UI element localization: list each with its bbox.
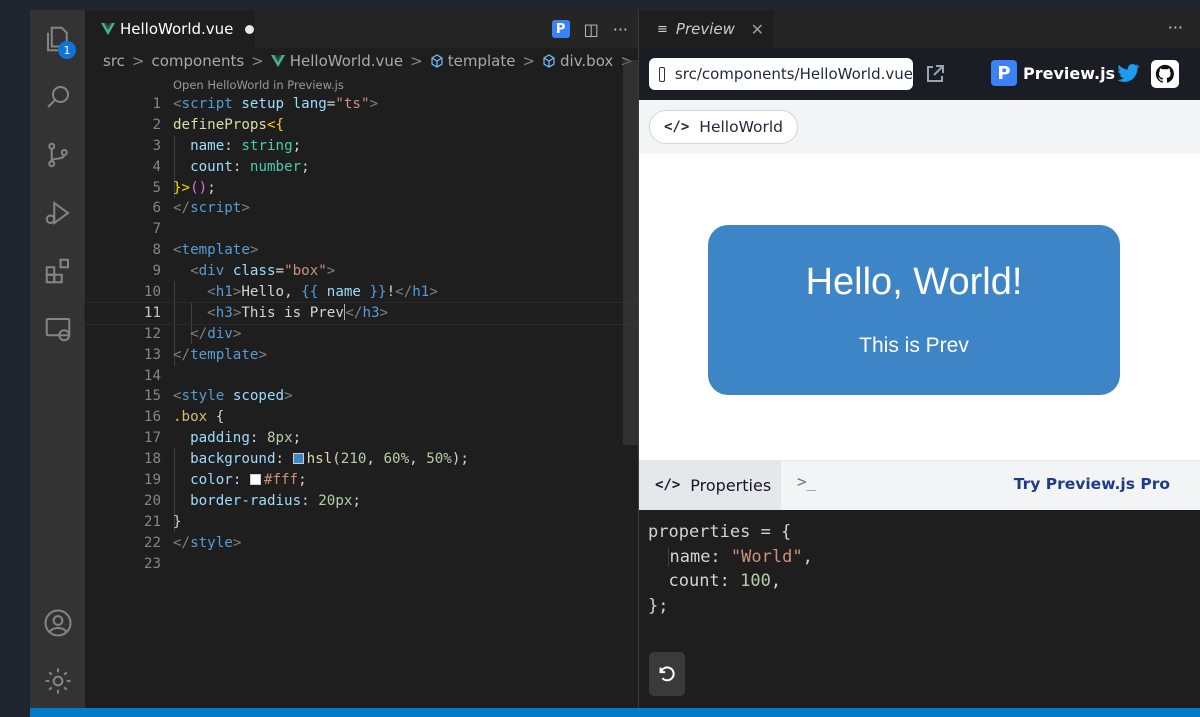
- breadcrumb-item[interactable]: template: [448, 52, 516, 70]
- preview-tab-icon: ≡: [657, 21, 668, 37]
- remote-explorer-icon[interactable]: [30, 304, 85, 354]
- symbol-cube-icon: [543, 54, 555, 68]
- rendered-subheading: This is Prev: [859, 334, 969, 357]
- tab-properties[interactable]: </> Properties: [639, 460, 781, 510]
- code-line-current: 11 <h3>This is Prev </h3>: [84, 301, 639, 325]
- tab-label: HelloWorld.vue: [120, 20, 234, 38]
- vue-file-icon: [101, 23, 115, 35]
- editor-tab-bar: HelloWorld.vue P ◫ ···: [85, 10, 638, 48]
- scrollbar-thumb[interactable]: [623, 60, 638, 445]
- code-line: 21}: [143, 513, 182, 530]
- properties-line: };: [648, 595, 669, 616]
- previewjs-logo-icon: P: [991, 60, 1017, 86]
- code-icon: </>: [664, 119, 690, 135]
- tab-preview[interactable]: ≡ Preview ✕: [639, 10, 774, 48]
- symbol-cube-icon: [431, 54, 443, 68]
- terminal-icon[interactable]: >_: [797, 472, 816, 491]
- app-frame: 1 HelloWorld.vue P ◫ ··· src > component…: [0, 0, 1200, 717]
- code-line: 16 .box {: [143, 409, 225, 426]
- brand-name: Preview.js: [1023, 63, 1116, 83]
- reset-properties-button[interactable]: [649, 652, 685, 696]
- run-debug-icon[interactable]: [30, 188, 85, 238]
- rendered-box: Hello, World! This is Prev: [708, 225, 1120, 395]
- more-actions-icon[interactable]: ···: [1168, 18, 1183, 37]
- code-line: 9 <div class="box">: [152, 263, 336, 280]
- codelens-open-preview[interactable]: Open HelloWorld in Preview.js: [173, 78, 344, 92]
- component-selector[interactable]: </> HelloWorld: [649, 110, 799, 144]
- code-line: 20 border-radius: 20px;: [143, 492, 361, 509]
- external-link-icon[interactable]: [924, 63, 946, 85]
- properties-line: properties = {: [648, 522, 792, 542]
- code-icon: </>: [655, 477, 681, 493]
- code-line: 6 </script>: [152, 200, 250, 217]
- editor-actions: P ◫ ···: [551, 10, 628, 48]
- code-line: 13 </template>: [143, 346, 267, 363]
- code-line: 14: [143, 367, 161, 384]
- status-bar: [30, 708, 1200, 717]
- editor-scrollbar[interactable]: [623, 10, 638, 717]
- properties-editor[interactable]: properties = { name: "World", count: 100…: [639, 510, 1200, 717]
- breadcrumb-item[interactable]: div.box: [560, 52, 613, 70]
- breadcrumb-item[interactable]: HelloWorld.vue: [290, 52, 403, 70]
- source-control-icon[interactable]: [30, 130, 85, 180]
- preview-panel: ≡ Preview ✕ ··· src/components/HelloWorl…: [638, 10, 1200, 717]
- breadcrumb: src > components > HelloWorld.vue > templat…: [103, 50, 677, 72]
- reset-icon: [659, 666, 675, 682]
- code-line: 23: [143, 555, 161, 572]
- code-line: 12 </div>: [143, 325, 242, 342]
- code-line: 4 count: number;: [152, 158, 310, 175]
- code-line: 5}>();: [152, 179, 216, 196]
- unsaved-dot-icon[interactable]: [245, 24, 255, 34]
- activity-bar: 1: [30, 10, 85, 717]
- code-line: 1 <script setup lang="ts">: [152, 96, 379, 112]
- breadcrumb-item[interactable]: components: [151, 52, 244, 70]
- settings-gear-icon[interactable]: [30, 656, 85, 706]
- extensions-icon[interactable]: [30, 246, 85, 296]
- editor-group: HelloWorld.vue P ◫ ··· src > components > …: [84, 10, 677, 717]
- preview-tab-bar: ≡ Preview ✕ ···: [639, 10, 1200, 48]
- split-editor-icon[interactable]: ◫: [584, 20, 599, 39]
- file-path-text: src/components/HelloWorld.vue: [674, 65, 913, 83]
- vue-file-icon: [270, 55, 285, 67]
- breadcrumb-item[interactable]: src: [103, 52, 125, 70]
- twitter-icon[interactable]: [1115, 60, 1141, 86]
- tab-label: Properties: [690, 475, 772, 495]
- code-line: 17 padding: 8px;: [143, 430, 302, 447]
- code-line: 19 color: #fff;: [143, 472, 307, 489]
- rendered-heading: Hello, World!: [805, 261, 1023, 303]
- account-icon[interactable]: [30, 598, 85, 648]
- code-line: 8 <template>: [152, 242, 259, 259]
- code-line: 18 background: hsl(210, 60%, 50%);: [143, 451, 469, 468]
- code-line: 22 </style>: [143, 534, 242, 551]
- code-editor[interactable]: 1 <script setup lang="ts"> 2 defineProps<{…: [84, 94, 639, 574]
- code-line: 10 <h1>Hello, {{ name }}!</h1>: [143, 284, 438, 301]
- explorer-icon[interactable]: 1: [30, 14, 85, 64]
- tab-helloworld-vue[interactable]: HelloWorld.vue: [85, 10, 255, 48]
- color-swatch[interactable]: [249, 474, 261, 486]
- previewjs-brand[interactable]: P Preview.js: [991, 60, 1115, 86]
- code-line: 7: [152, 221, 161, 238]
- tab-label: Preview: [675, 20, 735, 38]
- file-path-field[interactable]: src/components/HelloWorld.vue: [649, 58, 913, 90]
- preview-canvas: Hello, World! This is Prev: [639, 154, 1200, 460]
- github-icon[interactable]: [1151, 60, 1179, 88]
- code-line: 3 name: string;: [152, 137, 302, 154]
- vscode-window: 1 HelloWorld.vue P ◫ ··· src > component…: [30, 10, 1200, 717]
- close-icon[interactable]: ✕: [751, 20, 764, 39]
- properties-line: name: "World",: [668, 546, 813, 567]
- file-icon: [659, 66, 665, 82]
- code-line: 15 <style scoped>: [143, 388, 293, 405]
- explorer-badge: 1: [58, 41, 76, 59]
- properties-line: count: 100,: [668, 571, 782, 591]
- code-line: 2 defineProps<{: [152, 116, 285, 133]
- open-preview-icon[interactable]: P: [551, 20, 570, 38]
- try-pro-link[interactable]: Try Preview.js Pro: [1014, 475, 1170, 493]
- search-icon[interactable]: [30, 72, 85, 122]
- component-name: HelloWorld: [699, 118, 784, 136]
- color-swatch[interactable]: [292, 453, 304, 465]
